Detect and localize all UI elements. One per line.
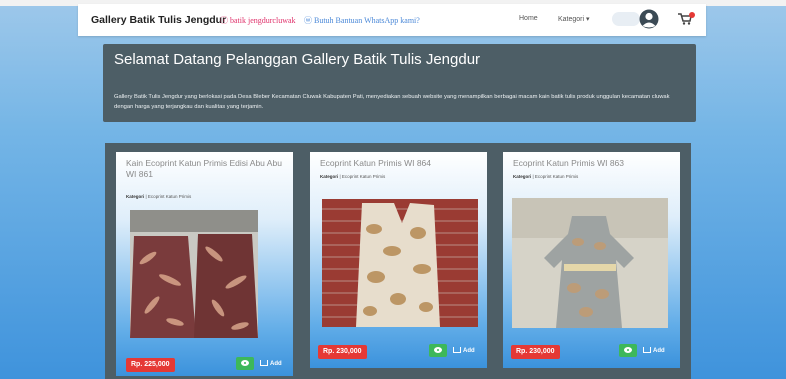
instagram-link[interactable]: ⓘ batik jengdurcluwak [220, 15, 296, 26]
product-category: Kategori | Ecoprint Katun Primis [126, 194, 191, 199]
whatsapp-link[interactable]: ⓦ Butuh Bantuan WhatsApp kami? [304, 15, 420, 26]
product-price: Rp. 225,000 [126, 358, 175, 372]
product-category: Kategori | Ecoprint Katun Primis [513, 174, 578, 179]
view-eye-icon[interactable] [619, 344, 637, 357]
user-name-pill[interactable] [612, 12, 640, 26]
cart-count-badge [689, 12, 695, 18]
view-eye-icon[interactable] [429, 344, 447, 357]
product-title[interactable]: Ecoprint Katun Primis WI 864 [320, 158, 478, 169]
welcome-title: Selamat Datang Pelanggan Gallery Batik T… [114, 51, 481, 68]
add-to-cart-button[interactable]: Add [453, 347, 475, 354]
add-label: Add [463, 348, 475, 354]
category-value: | Ecoprint Katun Primis [338, 174, 386, 179]
nav-kategori-dropdown[interactable]: Kategori ▾ [558, 15, 590, 23]
product-price: Rp. 230,000 [511, 345, 560, 359]
category-value: | Ecoprint Katun Primis [531, 174, 579, 179]
cart-add-icon [260, 360, 268, 366]
navbar: Gallery Batik Tulis Jengdur ⓘ batik jeng… [78, 4, 706, 36]
product-price: Rp. 230,000 [318, 345, 367, 359]
welcome-description: Gallery Batik Tulis Jengdur yang berloka… [114, 94, 670, 110]
product-category: Kategori | Ecoprint Katun Primis [320, 174, 385, 179]
nav-home-link[interactable]: Home [519, 15, 538, 22]
product-image[interactable] [130, 210, 258, 338]
add-label: Add [270, 361, 282, 367]
cart-add-icon [453, 347, 461, 353]
product-image[interactable] [512, 198, 668, 328]
add-label: Add [653, 348, 665, 354]
category-label: Kategori [320, 174, 339, 179]
product-card[interactable]: Ecoprint Katun Primis WI 863 Kategori | … [503, 152, 680, 368]
category-label: Kategori [126, 194, 145, 199]
product-card[interactable]: Ecoprint Katun Primis WI 864 Kategori | … [310, 152, 487, 368]
add-to-cart-button[interactable]: Add [260, 360, 282, 367]
product-title[interactable]: Ecoprint Katun Primis WI 863 [513, 158, 671, 169]
welcome-jumbotron: Selamat Datang Pelanggan Gallery Batik T… [103, 44, 696, 122]
cart-add-icon [643, 347, 651, 353]
brand-link[interactable]: Gallery Batik Tulis Jengdur [91, 14, 226, 26]
product-card[interactable]: Kain Ecoprint Katun Primis Edisi Abu Abu… [116, 152, 293, 376]
category-label: Kategori [513, 174, 532, 179]
avatar-icon[interactable] [639, 8, 659, 30]
product-image[interactable] [322, 199, 478, 327]
product-title[interactable]: Kain Ecoprint Katun Primis Edisi Abu Abu… [126, 158, 284, 180]
view-eye-icon[interactable] [236, 357, 254, 370]
add-to-cart-button[interactable]: Add [643, 347, 665, 354]
category-value: | Ecoprint Katun Primis [144, 194, 192, 199]
